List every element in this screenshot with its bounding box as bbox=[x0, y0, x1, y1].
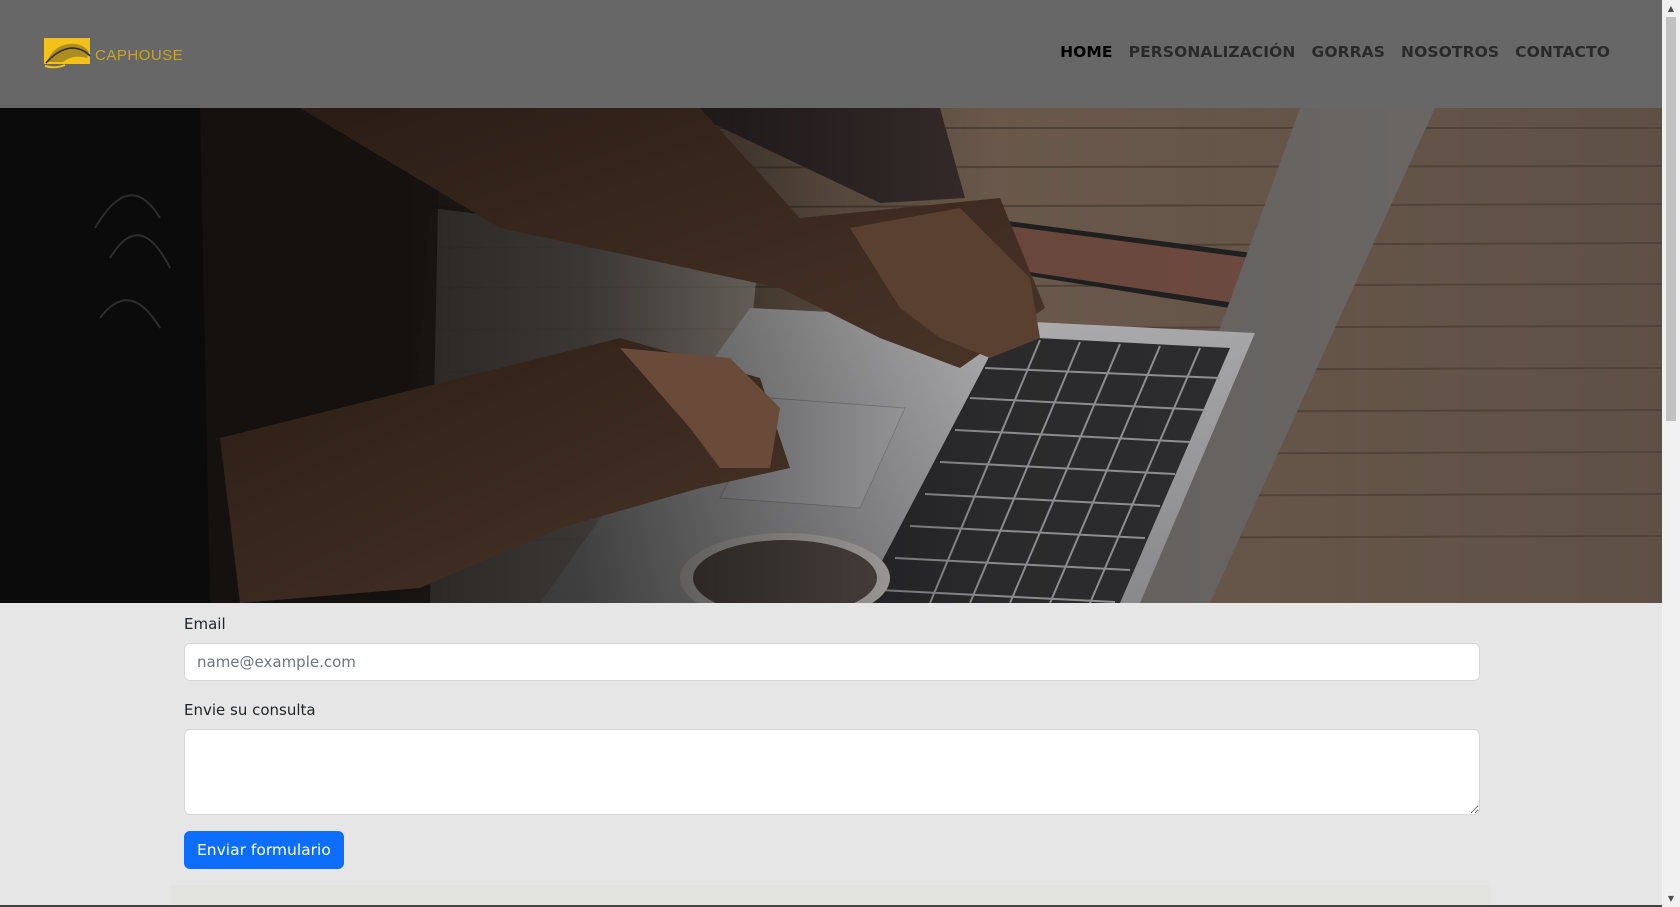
nav-item-nosotros[interactable]: NOSOTROS bbox=[1401, 43, 1499, 61]
cap-logo-icon bbox=[44, 38, 91, 69]
top-navbar: CAPHOUSE HOME PERSONALIZACIÓN GORRAS NOS… bbox=[0, 0, 1662, 108]
vertical-scrollbar[interactable]: ▲ ▼ bbox=[1662, 0, 1680, 907]
scrollbar-thumb[interactable] bbox=[1666, 17, 1676, 421]
nav-item-home[interactable]: HOME bbox=[1060, 43, 1113, 61]
nav-item-personalizacion[interactable]: PERSONALIZACIÓN bbox=[1129, 43, 1296, 61]
page: CAPHOUSE HOME PERSONALIZACIÓN GORRAS NOS… bbox=[0, 0, 1662, 907]
brand-logo-link[interactable]: CAPHOUSE bbox=[43, 36, 183, 70]
footer-strip bbox=[171, 885, 1491, 907]
message-textarea[interactable] bbox=[184, 729, 1480, 815]
hero-image bbox=[0, 108, 1662, 603]
email-label: Email bbox=[184, 615, 226, 633]
hero-laptop-photo bbox=[0, 108, 1662, 603]
scroll-up-arrow-icon[interactable]: ▲ bbox=[1662, 0, 1680, 17]
nav-item-contacto[interactable]: CONTACTO bbox=[1515, 43, 1610, 61]
email-input[interactable] bbox=[184, 643, 1480, 681]
submit-button[interactable]: Enviar formulario bbox=[184, 831, 344, 869]
main-nav: HOME PERSONALIZACIÓN GORRAS NOSOTROS CON… bbox=[1060, 43, 1610, 61]
nav-item-gorras[interactable]: GORRAS bbox=[1312, 43, 1386, 61]
message-label: Envie su consulta bbox=[184, 701, 316, 719]
scroll-down-arrow-icon[interactable]: ▼ bbox=[1662, 890, 1680, 907]
brand-name: CAPHOUSE bbox=[95, 46, 184, 64]
